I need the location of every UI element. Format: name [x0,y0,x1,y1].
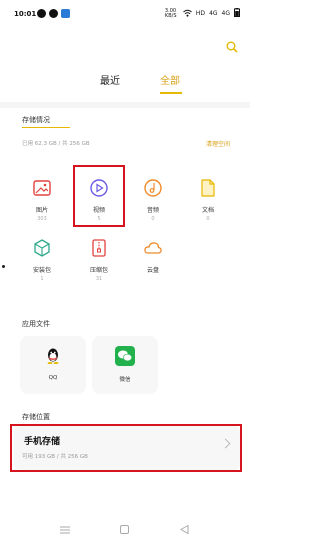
app-file-wechat[interactable]: 微信 [92,336,158,394]
category-images[interactable]: 图片 303 [20,176,64,228]
category-count: 303 [37,216,47,222]
category-label: 文档 [201,207,214,214]
app-label: QQ [48,375,58,381]
category-label: 云盘 [146,267,159,274]
category-videos[interactable]: 视频 5 [77,176,121,228]
menu-nav-button[interactable] [60,519,70,538]
tab-all[interactable]: 全部 [160,72,180,87]
category-label: 安装包 [32,267,51,274]
cleanup-button[interactable]: 清理空间 [206,139,230,148]
stray-dot [2,265,5,268]
status-right: 3.00 KB/S HD 4G 4G [165,8,240,19]
search-icon[interactable] [226,38,238,53]
package-icon [32,238,52,258]
app-file-qq[interactable]: QQ [20,336,86,394]
wechat-icon [115,346,135,366]
storage-overview-title: 存储情况 [22,116,50,124]
category-label: 图片 [35,207,48,214]
category-audio[interactable]: 音频 0 [131,176,175,228]
qq-icon [43,346,63,366]
notification-icon [37,9,46,18]
message-icon [61,9,70,18]
image-icon [32,178,52,198]
app-notification-icon [49,9,58,18]
status-bar: 10:01 3.00 KB/S HD 4G 4G [0,0,250,28]
wifi-icon [183,9,192,19]
app-label: 微信 [119,377,131,383]
tab-recent[interactable]: 最近 [100,72,120,87]
signal-1: 4G [209,10,218,17]
category-cloud[interactable]: 云盘 [131,236,175,288]
network-type: HD [195,10,206,17]
category-count: 0 [151,216,155,222]
title-accent-line [22,127,70,128]
home-nav-button[interactable] [120,519,129,538]
app-files-title: 应用文件 [22,320,50,328]
status-time: 10:01 [14,10,37,18]
document-icon [198,178,218,198]
category-label: 压缩包 [89,267,108,274]
category-count: 1 [40,276,44,282]
category-label: 音频 [146,207,159,214]
cloud-icon [143,238,163,258]
battery-icon [234,8,240,19]
storage-usage-text: 已用 62.3 GB / 共 256 GB [22,141,90,147]
archive-icon [89,238,109,258]
back-nav-button[interactable] [179,519,189,538]
section-divider [0,102,250,108]
phone-storage-usage: 可用 193 GB / 共 256 GB [22,454,88,460]
highlight-box-phone-storage [10,424,242,472]
category-documents[interactable]: 文档 0 [186,176,230,228]
category-count: 31 [95,276,103,282]
music-icon [143,178,163,198]
signal-2: 4G [221,10,230,17]
category-count: 5 [97,216,101,222]
category-count: 0 [206,216,210,222]
category-label: 视频 [92,207,105,214]
category-installers[interactable]: 安装包 1 [20,236,64,288]
play-icon [89,178,109,198]
storage-locations-title: 存储位置 [22,413,50,421]
phone-storage-name: 手机存储 [24,437,61,447]
network-speed: 3.00 KB/S [164,7,177,19]
category-archives[interactable]: 压缩包 31 [77,236,121,288]
tab-indicator [160,92,182,94]
